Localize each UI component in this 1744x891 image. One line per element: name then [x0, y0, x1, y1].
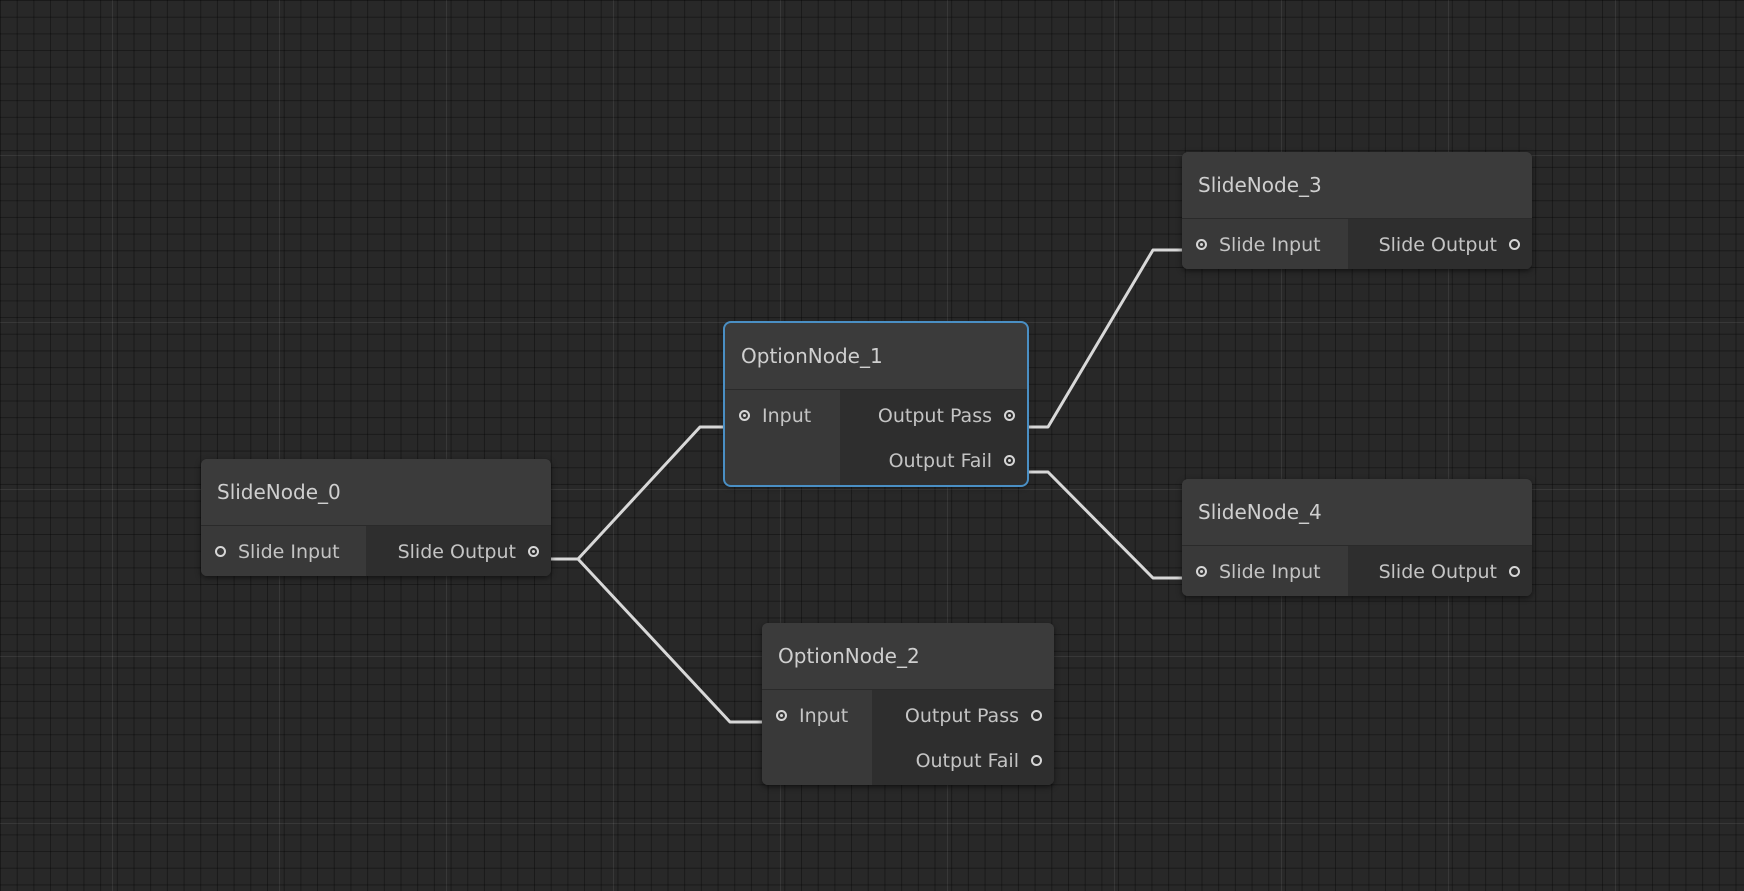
port-label: Output Pass	[904, 704, 1019, 727]
port-empty-icon[interactable]	[1031, 710, 1042, 721]
node-title[interactable]: SlideNode_3	[1182, 152, 1532, 219]
port-empty-icon[interactable]	[1031, 755, 1042, 766]
port-output-fail[interactable]: Output Fail	[873, 438, 1027, 483]
port-empty-icon[interactable]	[1509, 239, 1520, 250]
port-label: Input	[762, 404, 812, 427]
port-label: Slide Output	[397, 540, 516, 563]
port-input[interactable]: Input	[725, 393, 840, 438]
port-connected-icon[interactable]	[1004, 455, 1015, 466]
node-title[interactable]: OptionNode_1	[725, 323, 1027, 390]
port-spacer	[725, 438, 840, 483]
port-slide-input[interactable]: Slide Input	[1182, 549, 1348, 594]
node-slide-node-4[interactable]: SlideNode_4 Slide Input Slide Output	[1182, 479, 1532, 596]
port-output-fail[interactable]: Output Fail	[900, 738, 1054, 783]
port-connected-icon[interactable]	[1196, 566, 1207, 577]
port-empty-icon[interactable]	[215, 546, 226, 557]
port-connected-icon[interactable]	[1196, 239, 1207, 250]
port-slide-input[interactable]: Slide Input	[1182, 222, 1348, 267]
port-label: Slide Output	[1378, 233, 1497, 256]
port-output-pass[interactable]: Output Pass	[889, 693, 1054, 738]
node-option-node-1[interactable]: OptionNode_1 Input Output Pass Output Fa…	[723, 321, 1029, 487]
port-label: Input	[799, 704, 849, 727]
port-label: Output Fail	[888, 449, 992, 472]
port-label: Output Pass	[877, 404, 992, 427]
port-label: Slide Input	[238, 540, 340, 563]
port-label: Slide Input	[1219, 560, 1321, 583]
port-label: Slide Output	[1378, 560, 1497, 583]
node-title[interactable]: SlideNode_0	[201, 459, 551, 526]
port-connected-icon[interactable]	[776, 710, 787, 721]
node-title[interactable]: SlideNode_4	[1182, 479, 1532, 546]
port-slide-output[interactable]: Slide Output	[1363, 549, 1532, 594]
port-spacer	[762, 738, 872, 783]
port-connected-icon[interactable]	[1004, 410, 1015, 421]
node-slide-node-3[interactable]: SlideNode_3 Slide Input Slide Output	[1182, 152, 1532, 269]
port-output-pass[interactable]: Output Pass	[862, 393, 1027, 438]
port-connected-icon[interactable]	[528, 546, 539, 557]
port-label: Output Fail	[915, 749, 1019, 772]
port-connected-icon[interactable]	[739, 410, 750, 421]
node-option-node-2[interactable]: OptionNode_2 Input Output Pass Output Fa…	[762, 623, 1054, 785]
port-slide-output[interactable]: Slide Output	[382, 529, 551, 574]
port-label: Slide Input	[1219, 233, 1321, 256]
node-title[interactable]: OptionNode_2	[762, 623, 1054, 690]
node-slide-node-0[interactable]: SlideNode_0 Slide Input Slide Output	[201, 459, 551, 576]
port-empty-icon[interactable]	[1509, 566, 1520, 577]
port-slide-output[interactable]: Slide Output	[1363, 222, 1532, 267]
port-input[interactable]: Input	[762, 693, 872, 738]
port-slide-input[interactable]: Slide Input	[201, 529, 366, 574]
